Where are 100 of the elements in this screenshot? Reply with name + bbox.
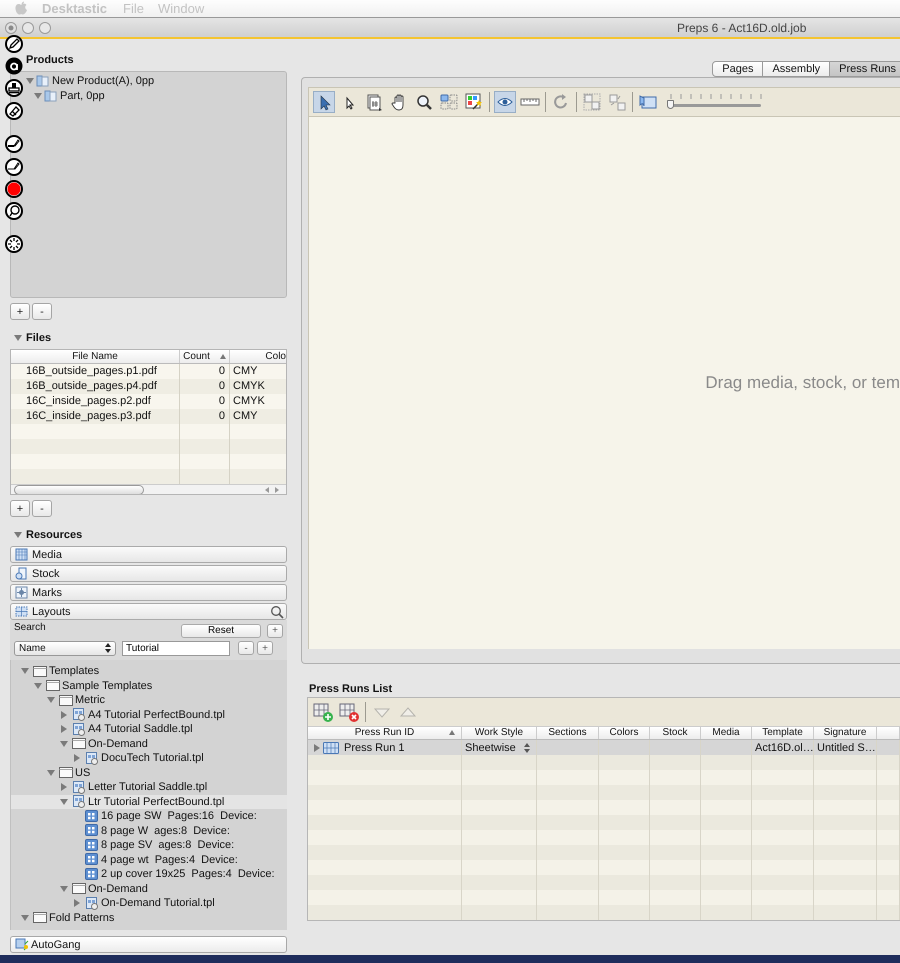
template-icon [72, 722, 86, 736]
drop-hint: Drag media, stock, or tem [705, 373, 900, 393]
work-style-dropdown[interactable]: Sheetwise [462, 742, 534, 754]
remove-criterion-button[interactable]: - [238, 641, 254, 655]
remove-button[interactable]: - [32, 500, 52, 517]
expand-triangle-icon[interactable] [61, 710, 67, 719]
product-tree-item[interactable]: Part, 0pp [25, 88, 286, 103]
layout-icon [85, 838, 99, 852]
column-header[interactable]: Stock [650, 727, 701, 739]
slider-thumb[interactable] [667, 100, 674, 109]
folder-icon [72, 882, 86, 896]
media-icon [15, 548, 28, 561]
resource-tree-item[interactable]: Fold Patterns [11, 910, 287, 925]
resource-tree-item[interactable]: A4 Tutorial PerfectBound.tpl [11, 708, 287, 722]
tab[interactable]: Assembly [763, 61, 830, 77]
wand-icon[interactable] [464, 92, 484, 112]
stamp-icon[interactable] [5, 79, 23, 97]
delete-run-icon[interactable] [339, 702, 359, 722]
table-cell-text: Act16D.ol… [754, 742, 813, 754]
pencil-icon[interactable] [5, 35, 23, 53]
table-row[interactable]: Press Run 1 Sheetwise Act16D.ol… Untitled S… [308, 740, 900, 755]
column-header[interactable]: Press Run ID [308, 727, 462, 739]
template-icon [72, 795, 86, 808]
add-button[interactable]: + [10, 303, 30, 320]
collapse-triangle-icon[interactable] [14, 532, 22, 538]
close-button[interactable] [5, 22, 17, 34]
field-dropdown[interactable]: Name [14, 640, 116, 656]
column-header[interactable]: Colo [230, 350, 286, 363]
eraser-icon[interactable] [5, 102, 23, 120]
reset-button[interactable]: Reset [181, 624, 261, 638]
autogang-icon [15, 938, 29, 951]
layout-icon [85, 824, 99, 838]
search-field[interactable]: Tutorial [122, 640, 230, 656]
resource-tree-item[interactable]: 8 page SV ages:8 Device: [11, 838, 287, 852]
resource-tree-item[interactable]: A4 Tutorial Saddle.tpl [11, 722, 287, 736]
resource-tree-item[interactable]: Templates [11, 664, 287, 678]
pointer-icon[interactable] [314, 92, 334, 112]
layouts-icon [15, 605, 28, 618]
resource-bar[interactable]: Media [10, 546, 287, 563]
tab[interactable]: Press Runs [830, 61, 900, 77]
merge-icon[interactable] [607, 92, 627, 112]
apple-logo-icon[interactable] [14, 1, 28, 16]
stepper-arrows-icon [524, 742, 530, 752]
record-icon[interactable] [5, 180, 23, 198]
resource-bar[interactable]: Layouts [10, 603, 287, 620]
section-title: Resources [26, 529, 82, 541]
template-icon [72, 780, 86, 794]
table-cell-text: Press Run 1 [343, 742, 405, 754]
window-title: Preps 6 - Act16D.old.job [677, 20, 806, 34]
template-icon [85, 896, 99, 910]
split-icon[interactable] [582, 92, 602, 112]
add-button[interactable]: + [10, 500, 30, 517]
resource-tree-item[interactable]: 2 up cover 19x25 Pages:4 Device: [11, 867, 287, 882]
collapse-triangle-icon[interactable] [14, 335, 22, 341]
expand-triangle-icon[interactable] [61, 725, 67, 734]
folder-icon [33, 911, 47, 924]
column-header[interactable]: Colors [599, 727, 650, 739]
resource-tree-item[interactable]: 16 page SW Pages:16 Device: [11, 809, 287, 824]
table-cell-text: CMY [232, 409, 258, 424]
resource-tree-item[interactable]: On-Demand Tutorial.tpl [11, 896, 287, 910]
resource-bar[interactable]: Stock [10, 565, 287, 582]
table-cell-text: CMY [232, 364, 258, 379]
resource-tree-item[interactable]: Sample Templates [11, 678, 287, 693]
resource-tree-item[interactable]: DocuTech Tutorial.tpl [11, 751, 287, 766]
resource-tree-item[interactable]: Ltr Tutorial PerfectBound.tpl [11, 794, 287, 809]
eye-icon[interactable] [495, 92, 515, 112]
stock-icon [15, 567, 28, 580]
minimize-button[interactable] [22, 22, 34, 34]
spinner-icon[interactable] [5, 235, 23, 253]
expand-triangle-icon[interactable] [74, 899, 80, 908]
tab[interactable]: Pages [712, 61, 764, 77]
column-header[interactable]: Media [701, 727, 752, 739]
section-title: Files [26, 332, 52, 344]
resource-tree-item[interactable]: Metric [11, 693, 287, 708]
column-header[interactable]: File Name [11, 350, 180, 363]
resource-tree-item[interactable]: On-Demand [11, 736, 287, 751]
search-icon[interactable] [271, 606, 284, 618]
column-header[interactable]: Count [180, 350, 230, 363]
horizontal-scrollbar[interactable] [11, 484, 286, 494]
resource-tree-item[interactable]: US [11, 766, 287, 780]
folder-icon [46, 679, 60, 692]
add-criterion-button[interactable]: + [257, 641, 273, 655]
remove-button[interactable]: - [32, 303, 52, 320]
column-header[interactable]: Sections [537, 727, 599, 739]
zoom-button[interactable] [39, 22, 51, 34]
resource-tree-item[interactable]: 4 page wt Pages:4 Device: [11, 852, 287, 867]
add-criterion-button[interactable]: + [267, 624, 283, 638]
resource-tree-item[interactable]: 8 page W ages:8 Device: [11, 824, 287, 838]
autogang-bar[interactable]: AutoGang [10, 936, 287, 953]
add-run-icon[interactable] [313, 702, 333, 722]
column-header[interactable]: Work Style [462, 727, 537, 739]
marks-icon [15, 586, 28, 599]
press-run-icon [323, 742, 339, 754]
column-header[interactable]: Template [752, 727, 814, 739]
resource-bar[interactable]: Marks [10, 584, 287, 601]
column-header[interactable]: Signature [814, 727, 877, 739]
layout-grid-icon[interactable] [439, 92, 459, 112]
resource-tree-item[interactable]: On-Demand [11, 882, 287, 896]
text-tool-icon[interactable] [5, 57, 23, 75]
stepper-arrows-icon [105, 643, 111, 653]
